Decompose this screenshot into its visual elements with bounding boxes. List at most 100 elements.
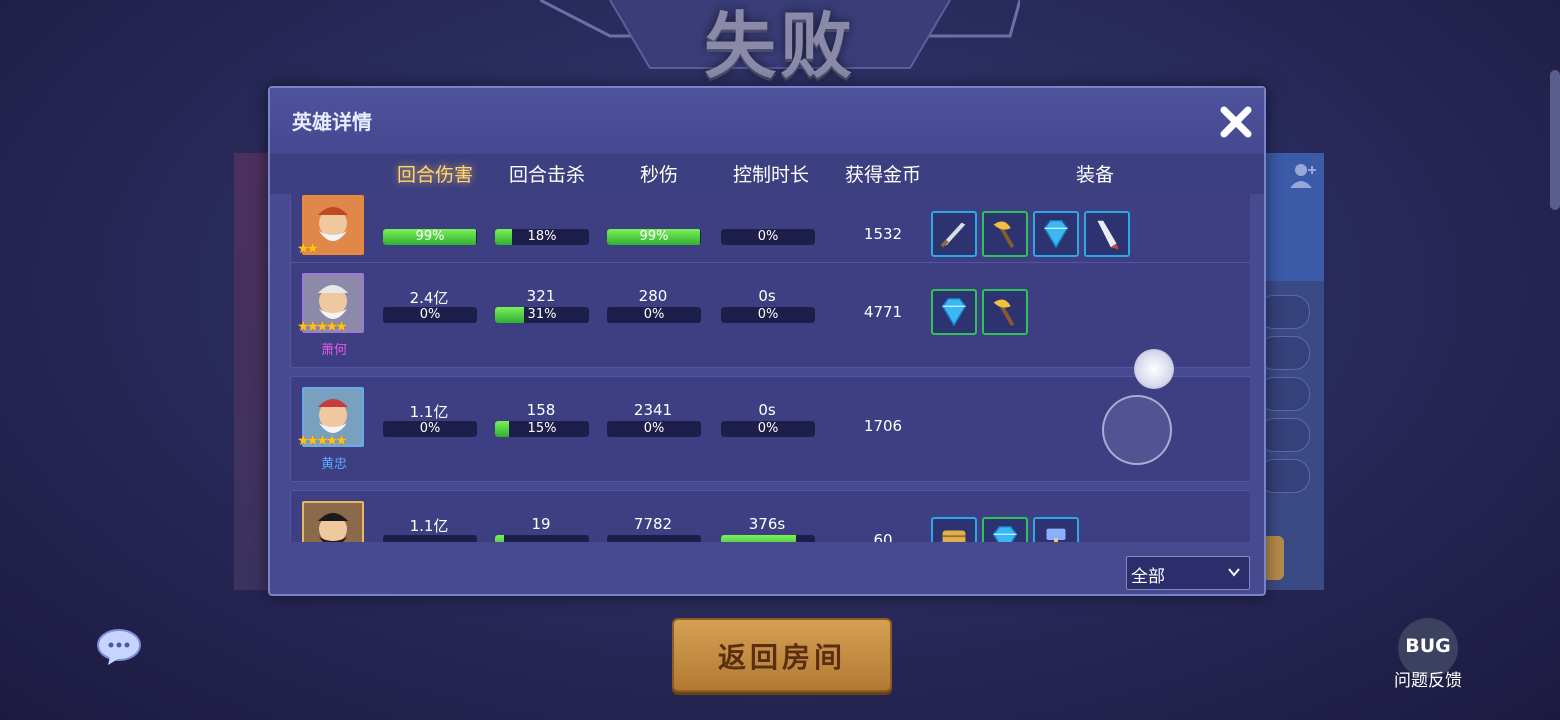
kills-percent: 31% (527, 307, 557, 322)
kills-percent: 15% (527, 421, 557, 436)
dps-percent: 99% (639, 229, 669, 244)
damage-bar: 0% (383, 421, 477, 437)
chat-bubble-icon[interactable] (96, 627, 142, 667)
dps-bar: 99% (607, 229, 701, 245)
equipment-slot[interactable] (1033, 517, 1079, 542)
star-rating: ★★★★★ (297, 433, 348, 449)
joystick-knob[interactable] (1134, 349, 1174, 389)
kills-percent (495, 535, 589, 542)
dps-value: 7782 (633, 515, 673, 533)
kills-value: 321 (526, 287, 556, 305)
hero-name: 黄忠 (320, 457, 347, 472)
hero-portrait[interactable] (302, 501, 364, 542)
scroll-icon (942, 530, 966, 542)
hero-row[interactable]: 1.1亿 19 7782 376s 60 (290, 490, 1250, 542)
control-percent (721, 535, 815, 542)
return-room-button[interactable]: 返回房间 (672, 618, 892, 692)
kills-percent: 18% (527, 229, 557, 244)
tab-round-kills[interactable]: 回合击杀 (492, 160, 602, 187)
damage-percent (383, 535, 477, 542)
equipment-slot[interactable] (931, 211, 977, 257)
star-rating: ★★★★★ (297, 319, 348, 335)
kills-bar (495, 535, 589, 542)
dps-value: 280 (638, 287, 668, 305)
dps-bar: 0% (607, 421, 701, 437)
control-bar: 0% (721, 421, 815, 437)
control-bar: 0% (721, 307, 815, 323)
equipment-slot[interactable] (982, 289, 1028, 335)
dps-percent: 0% (643, 421, 665, 436)
equipment-header: 装备 (1075, 164, 1114, 186)
close-icon[interactable] (1216, 102, 1256, 142)
equipment-slot[interactable] (931, 289, 977, 335)
damage-percent: 0% (419, 421, 441, 436)
add-friend-icon[interactable] (1288, 160, 1320, 192)
background-panel-right (1258, 153, 1324, 590)
modal-title: 英雄详情 (292, 110, 372, 134)
blade-icon (1097, 220, 1119, 250)
modal-header: 英雄详情 (270, 88, 1264, 154)
hero-list[interactable]: ★★怒龙铠甲 99% 18% 99% 0% 1532 ★★★★★萧何2.4亿 0… (286, 194, 1250, 542)
control-value: 0s (758, 401, 776, 419)
hero-name: 萧何 (320, 343, 347, 358)
dps-value: 2341 (633, 401, 673, 419)
dps-percent: 0% (643, 307, 665, 322)
equipment-slot[interactable] (931, 517, 977, 542)
sword-icon (940, 222, 966, 248)
hammer-icon (1046, 528, 1066, 542)
filter-selected: 全部 (1131, 567, 1165, 587)
kills-bar: 15% (495, 421, 589, 437)
filter-dropdown[interactable]: 全部 (1126, 556, 1250, 590)
kills-bar: 18% (495, 229, 589, 245)
tab-control-time[interactable]: 控制时长 (716, 160, 826, 187)
gold-value: 60 (873, 531, 893, 542)
side-scrollbar[interactable] (1550, 70, 1560, 210)
damage-value: 2.4亿 (409, 289, 449, 307)
control-value: 376s (748, 515, 786, 533)
damage-bar: 99% (383, 229, 477, 245)
gold-value: 4771 (863, 303, 903, 321)
control-value: 0s (758, 287, 776, 305)
damage-bar: 0% (383, 307, 477, 323)
axe-icon (993, 299, 1015, 327)
bug-icon-label: BUG (1405, 635, 1451, 657)
tab-round-damage[interactable]: 回合伤害 (380, 160, 490, 187)
joystick-ring[interactable] (1102, 395, 1172, 465)
star-rating: ★★ (297, 241, 319, 257)
control-bar: 0% (721, 229, 815, 245)
gem-icon (1043, 219, 1069, 249)
kills-value: 158 (526, 401, 556, 419)
control-percent: 0% (757, 421, 779, 436)
kills-value: 19 (531, 515, 551, 533)
damage-bar (383, 535, 477, 542)
damage-value: 1.1亿 (409, 403, 449, 421)
defeat-title: 失败 (703, 4, 856, 88)
damage-percent: 0% (419, 307, 441, 322)
equipment-slot[interactable] (982, 211, 1028, 257)
dps-bar: 0% (607, 307, 701, 323)
tab-dps[interactable]: 秒伤 (604, 160, 714, 187)
control-percent: 0% (757, 229, 779, 244)
return-room-label: 返回房间 (717, 641, 846, 674)
equipment-slot[interactable] (982, 517, 1028, 542)
hero-face-icon (304, 503, 362, 542)
equipment-slot[interactable] (1033, 211, 1079, 257)
damage-percent: 99% (415, 229, 445, 244)
gem-icon (941, 297, 967, 327)
control-percent: 0% (757, 307, 779, 322)
gold-value: 1706 (863, 417, 903, 435)
hero-details-modal: 英雄详情 回合伤害 回合击杀 秒伤 控制时长 获得金币 装备 ★★怒龙铠甲 99… (268, 86, 1266, 596)
damage-value: 1.1亿 (409, 517, 449, 535)
hero-row[interactable]: ★★★★★ 萧何 2.4亿 0% 321 31% 280 0% 0s 0% 4771 (290, 262, 1250, 368)
dps-bar (607, 535, 701, 542)
tab-gold-earned[interactable]: 获得金币 (828, 160, 938, 187)
gold-value: 1532 (863, 225, 903, 243)
dps-percent (607, 535, 701, 542)
equipment-slot[interactable] (1084, 211, 1130, 257)
kills-bar: 31% (495, 307, 589, 323)
column-headers: 回合伤害 回合击杀 秒伤 控制时长 获得金币 装备 (270, 154, 1264, 194)
chevron-down-icon (1228, 568, 1240, 577)
control-bar (721, 535, 815, 542)
gem-icon (992, 525, 1018, 542)
axe-icon (993, 221, 1015, 249)
